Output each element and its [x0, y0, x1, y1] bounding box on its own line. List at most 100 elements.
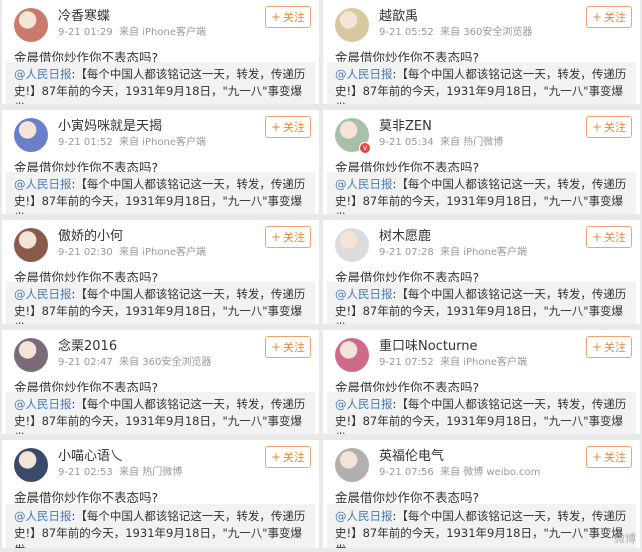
follow-button[interactable]: + 关注 [586, 336, 632, 358]
quoted-post[interactable]: @人民日报:【每个中国人都该铭记这一天，转发，传递历 史!】87年前的今天，193… [327, 282, 636, 324]
post-meta: 9-21 01:52 来自 iPhone客户端 [58, 136, 307, 150]
follow-button[interactable]: + 关注 [265, 226, 311, 248]
avatar[interactable]: v [335, 118, 371, 154]
mention-link[interactable]: @人民日报 [335, 509, 393, 523]
quoted-post[interactable]: @人民日报:【每个中国人都该铭记这一天，转发，传递历 史!】87年前的今天，193… [6, 504, 315, 548]
mention-link[interactable]: @人民日报 [14, 397, 72, 411]
card-header: 越歆禹 9-21 05:52 来自 360安全浏览器 + 关注 [335, 6, 632, 44]
comment-card: 英福伦电气 9-21 07:56 来自 微博 weibo.com + 关注 金晨借你炒作… [323, 440, 640, 548]
follow-label: 关注 [283, 11, 306, 24]
plus-icon: + [591, 230, 603, 244]
follow-button[interactable]: + 关注 [586, 6, 632, 28]
follow-label: 关注 [283, 231, 306, 244]
quote-line-1: :【每个中国人都该铭记这一天，转发，传递历 [71, 397, 306, 411]
plus-icon: + [270, 10, 282, 24]
quoted-post[interactable]: @人民日报:【每个中国人都该铭记这一天，转发，传递历 史!】87年前的今天，193… [327, 392, 636, 434]
post-time: 9-21 01:29 [58, 27, 113, 38]
follow-label: 关注 [604, 121, 627, 134]
post-meta: 9-21 02:30 来自 iPhone客户端 [58, 246, 307, 260]
post-meta: 9-21 07:56 来自 微博 weibo.com [379, 466, 628, 480]
comment-grid: 冷香寒蝶 9-21 01:29 来自 iPhone客户端 + 关注 金晨借你炒作你不表态… [0, 0, 642, 552]
mention-link[interactable]: @人民日报 [14, 509, 72, 523]
quote-line-1: :【每个中国人都该铭记这一天，转发，传递历 [71, 287, 306, 301]
follow-button[interactable]: + 关注 [265, 336, 311, 358]
quote-line-2: 史!】87年前的今天，1931年9月18日，"九一八"事变爆发。 [14, 304, 303, 324]
follow-button[interactable]: + 关注 [586, 116, 632, 138]
comment-card: 念栗2016 9-21 02:47 来自 360安全浏览器 + 关注 金晨借你炒作你不表… [2, 330, 319, 434]
quote-line-2: 史!】87年前的今天，1931年9月18日，"九一八"事变爆发。 [14, 194, 303, 214]
quote-line-2: 史!】87年前的今天，1931年9月18日，"九一八"事变爆发。 [335, 414, 624, 434]
plus-icon: + [270, 340, 282, 354]
quoted-post[interactable]: @人民日报:【每个中国人都该铭记这一天，转发，传递历 史!】87年前的今天，193… [6, 62, 315, 104]
comment-card: 树木愿鹿 9-21 07:28 来自 iPhone客户端 + 关注 金晨借你炒作你不表态… [323, 220, 640, 324]
avatar[interactable] [335, 228, 369, 262]
mention-link[interactable]: @人民日报 [335, 67, 393, 81]
follow-label: 关注 [604, 341, 627, 354]
follow-button[interactable]: + 关注 [265, 446, 311, 468]
quoted-post[interactable]: @人民日报:【每个中国人都该铭记这一天，转发，传递历 史!】87年前的今天，193… [327, 504, 636, 548]
avatar[interactable] [335, 338, 369, 372]
follow-button[interactable]: + 关注 [265, 116, 311, 138]
card-header: 傲娇的小何 9-21 02:30 来自 iPhone客户端 + 关注 [14, 226, 311, 264]
plus-icon: + [591, 120, 603, 134]
card-header: 树木愿鹿 9-21 07:28 来自 iPhone客户端 + 关注 [335, 226, 632, 264]
post-time: 9-21 02:53 [58, 467, 113, 478]
post-source: 来自 360安全浏览器 [119, 357, 212, 368]
plus-icon: + [270, 230, 282, 244]
mention-link[interactable]: @人民日报 [14, 67, 72, 81]
avatar[interactable] [14, 118, 48, 152]
quoted-post[interactable]: @人民日报:【每个中国人都该铭记这一天，转发，传递历史!】87年前的今天，193… [6, 172, 315, 214]
quote-line-2: 史!】87年前的今天，1931年9月18日，"九一八"事变爆发。 [335, 526, 624, 548]
post-meta: 9-21 05:34 来自 热门微博 [379, 136, 628, 150]
comment-card: 傲娇的小何 9-21 02:30 来自 iPhone客户端 + 关注 金晨借你炒作你不表… [2, 220, 319, 324]
quote-line-2: 史!】87年前的今天，1931年9月18日，"九一八"事变爆发。 [14, 526, 303, 548]
quote-line-2: 史!】87年前的今天，1931年9月18日，"九一八"事变爆发。 [14, 84, 303, 104]
avatar[interactable] [14, 228, 48, 262]
avatar[interactable] [335, 448, 369, 482]
follow-button[interactable]: + 关注 [586, 226, 632, 248]
post-source: 来自 iPhone客户端 [119, 247, 206, 258]
mention-link[interactable]: @人民日报 [335, 397, 393, 411]
avatar[interactable] [14, 338, 48, 372]
follow-label: 关注 [604, 231, 627, 244]
follow-label: 关注 [604, 11, 627, 24]
mention-link[interactable]: @人民日报 [335, 177, 393, 191]
post-source: 来自 iPhone客户端 [440, 357, 527, 368]
post-time: 9-21 02:30 [58, 247, 113, 258]
mention-link[interactable]: @人民日报 [14, 177, 72, 191]
post-meta: 9-21 07:28 来自 iPhone客户端 [379, 246, 628, 260]
post-time: 9-21 05:34 [379, 137, 434, 148]
post-meta: 9-21 02:47 来自 360安全浏览器 [58, 356, 307, 370]
card-header: 冷香寒蝶 9-21 01:29 来自 iPhone客户端 + 关注 [14, 6, 311, 44]
plus-icon: + [591, 450, 603, 464]
watermark: 微博 [614, 532, 636, 545]
avatar[interactable] [335, 8, 369, 42]
comment-card: 小喵心语乀 9-21 02:53 来自 热门微博 + 关注 金晨借你炒作你不表态吗? @人… [2, 440, 319, 548]
quoted-post[interactable]: @人民日报:【每个中国人都该铭记这一天，转发，传递历 史!】87年前的今天，193… [327, 62, 636, 104]
card-header: 重口味Nocturne 9-21 07:52 来自 iPhone客户端 + 关注 [335, 336, 632, 374]
avatar[interactable] [14, 8, 48, 42]
quote-line-2: 史!】87年前的今天，1931年9月18日，"九一八"事变爆发。 [335, 194, 624, 214]
mention-link[interactable]: @人民日报 [335, 287, 393, 301]
post-meta: 9-21 02:53 来自 热门微博 [58, 466, 307, 480]
post-source: 来自 iPhone客户端 [440, 247, 527, 258]
post-source: 来自 iPhone客户端 [119, 137, 206, 148]
quote-line-1: :【每个中国人都该铭记这一天，转发，传递历 [392, 287, 627, 301]
quote-line-1: :【每个中国人都该铭记这一天，转发，传递历 [392, 177, 627, 191]
follow-button[interactable]: + 关注 [265, 6, 311, 28]
quote-line-1: :【每个中国人都该铭记这一天，转发，传递历 [71, 177, 306, 191]
comment-card: 越歆禹 9-21 05:52 来自 360安全浏览器 + 关注 金晨借你炒作你不表态吗?… [323, 0, 640, 104]
post-meta: 9-21 07:52 来自 iPhone客户端 [379, 356, 628, 370]
follow-label: 关注 [283, 121, 306, 134]
quoted-post[interactable]: @人民日报:【每个中国人都该铭记这一天，转发，传递历史!】87年前的今天，193… [6, 282, 315, 324]
mention-link[interactable]: @人民日报 [14, 287, 72, 301]
avatar[interactable] [14, 448, 48, 482]
plus-icon: + [591, 10, 603, 24]
plus-icon: + [270, 450, 282, 464]
post-time: 9-21 01:52 [58, 137, 113, 148]
card-header: 英福伦电气 9-21 07:56 来自 微博 weibo.com + 关注 [335, 446, 632, 484]
follow-button[interactable]: + 关注 [586, 446, 632, 468]
post-source: 来自 微博 weibo.com [440, 467, 541, 478]
quoted-post[interactable]: @人民日报:【每个中国人都该铭记这一天，转发，传递历史!】87年前的今天，193… [327, 172, 636, 214]
quoted-post[interactable]: @人民日报:【每个中国人都该铭记这一天，转发，传递历 史!】87年前的今天，193… [6, 392, 315, 434]
